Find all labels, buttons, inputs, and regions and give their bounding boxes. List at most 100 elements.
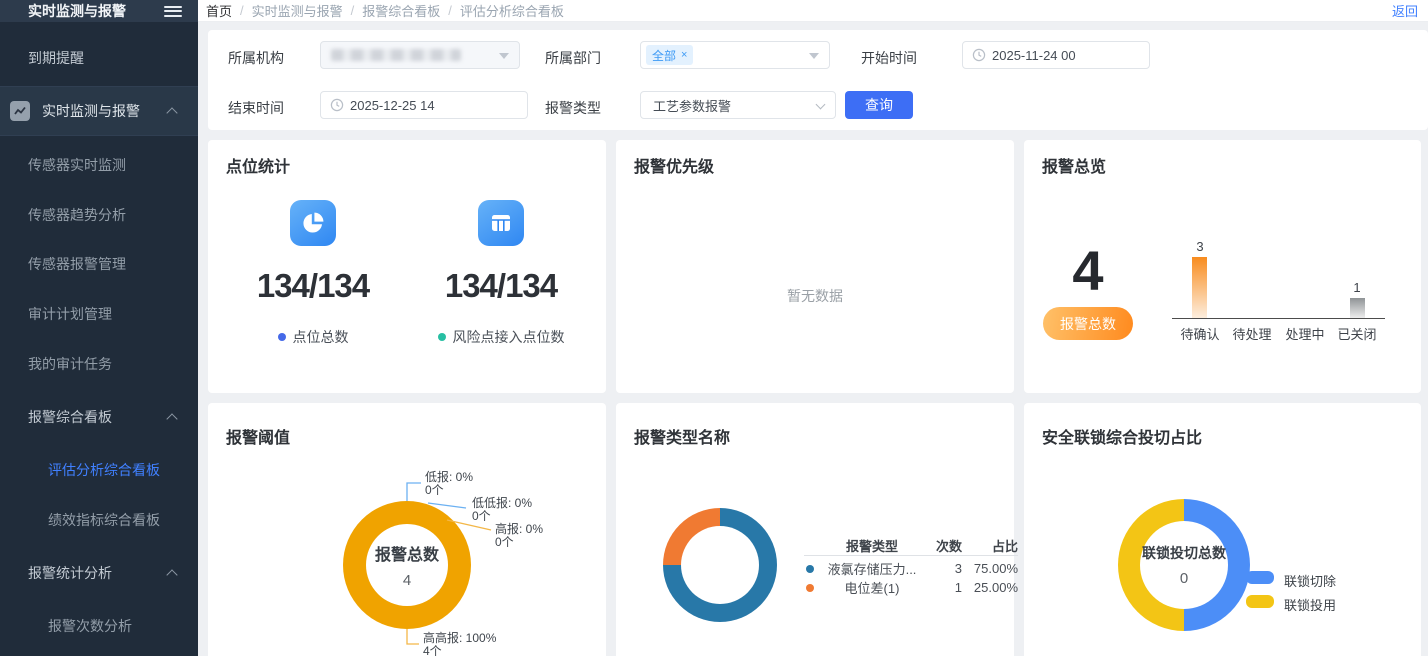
chevron-down-icon <box>816 100 826 110</box>
divider <box>0 135 198 136</box>
card-interlock-ratio: 安全联锁综合投切占比 联锁投切总数 0 联锁切除 联锁投用 <box>1024 403 1421 656</box>
card-alarm-priority: 报警优先级 暂无数据 <box>616 140 1014 393</box>
sidebar-item-alarm-board-parent[interactable]: 报警综合看板 <box>0 392 198 442</box>
chevron-up-icon <box>166 569 177 580</box>
tag-close-icon[interactable]: × <box>681 49 687 61</box>
sidebar-item-alarm-count[interactable]: 报警次数分析 <box>0 601 198 651</box>
start-time-value: 2025-11-24 00 <box>992 48 1076 63</box>
pie-label-lowlow: 低低报: 0%0个 <box>472 497 532 523</box>
start-time-input[interactable]: 2025-11-24 00 <box>962 41 1150 69</box>
sidebar-item-alarm-stat-parent[interactable]: 报警统计分析 <box>0 548 198 598</box>
legend-swatch-yellow <box>1246 595 1274 608</box>
stat-label: 风险点接入点位数 <box>453 327 565 347</box>
bar-category-label: 已关闭 <box>1330 324 1384 343</box>
sidebar-header: 实时监测与报警 <box>0 0 198 22</box>
sidebar-item-sensor-trend[interactable]: 传感器趋势分析 <box>0 190 198 240</box>
caret-down-icon <box>499 53 509 59</box>
bar-pending-confirm <box>1192 257 1207 318</box>
col-header-pct: 占比 <box>962 536 1018 555</box>
caret-down-icon <box>809 53 819 59</box>
pie-label-highhigh: 高高报: 100%4个 <box>423 632 496 656</box>
clock-icon <box>330 98 344 112</box>
card-title: 报警优先级 <box>634 153 714 177</box>
breadcrumb-separator: / <box>448 3 452 18</box>
sidebar-item-sensor-realtime[interactable]: 传感器实时监测 <box>0 140 198 190</box>
stat-total-points: 134/134 点位总数 <box>233 200 393 347</box>
dept-label: 所属部门 <box>545 48 601 68</box>
alarm-type-value: 工艺参数报警 <box>653 96 731 115</box>
card-title: 报警阈值 <box>226 424 290 448</box>
pie-label-low: 低报: 0%0个 <box>425 471 473 497</box>
sidebar-item-expire-reminder[interactable]: 到期提醒 <box>0 33 198 83</box>
back-link[interactable]: 返回 <box>1392 1 1418 20</box>
alarm-total-value: 4 <box>1043 238 1133 304</box>
alarm-type-select[interactable]: 工艺参数报警 <box>640 91 836 119</box>
sidebar-item-audit-plan[interactable]: 审计计划管理 <box>0 289 198 339</box>
card-title: 报警类型名称 <box>634 424 730 448</box>
card-point-stats: 点位统计 134/134 点位总数 <box>208 140 606 393</box>
org-select[interactable] <box>320 41 520 69</box>
col-header-count: 次数 <box>922 536 962 555</box>
start-time-label: 开始时间 <box>861 48 917 68</box>
legend-dot-blue <box>278 333 286 341</box>
card-title: 报警总览 <box>1042 153 1106 177</box>
dept-tag: 全部 × <box>646 45 693 65</box>
pie-chart-icon <box>290 200 336 246</box>
table-row: 液氯存储压力... 3 75.00% <box>804 559 1018 578</box>
sidebar-item-kpi-board[interactable]: 绩效指标综合看板 <box>0 495 198 545</box>
org-label: 所属机构 <box>228 48 284 68</box>
breadcrumb: 首页 / 实时监测与报警 / 报警综合看板 / 评估分析综合看板 返回 <box>198 0 1428 22</box>
filter-panel: 所属机构 所属部门 全部 × 开始时间 2025-11-24 00 结束时间 <box>208 30 1428 130</box>
card-alarm-type-name: 报警类型名称 报警类型 次数 占比 液氯存储压力... 3 75.00% 电位差… <box>616 403 1014 656</box>
legend-dot-blue <box>806 565 814 573</box>
bar-closed <box>1350 298 1365 318</box>
dept-tag-text: 全部 <box>652 47 676 64</box>
sidebar-item-my-audit[interactable]: 我的审计任务 <box>0 339 198 389</box>
legend-dot-orange <box>806 584 814 592</box>
sidebar-title: 实时监测与报警 <box>28 1 126 21</box>
breadcrumb-home[interactable]: 首页 <box>206 1 232 20</box>
legend-dot-teal <box>438 333 446 341</box>
card-alarm-threshold: 报警阈值 报警总数 4 低报: 0%0个 低低报: 0%0个 高报: 0%0个 … <box>208 403 606 656</box>
donut-center-label: 联锁投切总数 <box>1142 543 1226 563</box>
monitor-chart-icon <box>10 101 30 121</box>
table-row: 电位差(1) 1 25.00% <box>804 578 1018 597</box>
sidebar-item-sensor-alarm[interactable]: 传感器报警管理 <box>0 239 198 289</box>
card-title: 安全联锁综合投切占比 <box>1042 424 1202 448</box>
search-button[interactable]: 查询 <box>845 91 913 119</box>
pie-label-high: 高报: 0%0个 <box>495 523 543 549</box>
chevron-up-icon <box>166 413 177 424</box>
donut-center-value: 0 <box>1180 570 1188 587</box>
card-title: 点位统计 <box>226 153 290 177</box>
sidebar: 实时监测与报警 到期提醒 实时监测与报警 传感器实时监测 传感器趋势分析 传感器… <box>0 0 198 656</box>
menu-toggle-icon[interactable] <box>164 3 182 17</box>
stat-label: 点位总数 <box>293 327 349 347</box>
bar-value-label: 1 <box>1330 280 1384 295</box>
dept-multiselect[interactable]: 全部 × <box>640 41 830 69</box>
donut-center-value: 4 <box>403 572 411 589</box>
legend-label-cutoff: 联锁切除 <box>1284 571 1336 590</box>
breadcrumb-level2[interactable]: 报警综合看板 <box>362 1 440 20</box>
alarm-type-label: 报警类型 <box>545 98 601 118</box>
breadcrumb-level1[interactable]: 实时监测与报警 <box>252 1 343 20</box>
end-time-input[interactable]: 2025-12-25 14 <box>320 91 528 119</box>
sidebar-item-realtime-monitor-parent[interactable]: 实时监测与报警 <box>0 87 198 135</box>
donut-center-label: 报警总数 <box>375 541 439 565</box>
end-time-value: 2025-12-25 14 <box>350 98 435 113</box>
legend-swatch-blue <box>1246 571 1274 584</box>
breadcrumb-current: 评估分析综合看板 <box>460 1 564 20</box>
card-alarm-overview: 报警总览 4 报警总数 3 1 待确认 待处理 处理中 已关闭 <box>1024 140 1421 393</box>
stat-risk-points: 134/134 风险点接入点位数 <box>421 200 581 347</box>
bar-value-label: 3 <box>1173 239 1227 254</box>
bar-category-label: 处理中 <box>1278 324 1332 343</box>
sidebar-item-eval-board[interactable]: 评估分析综合看板 <box>0 445 198 495</box>
empty-placeholder: 暂无数据 <box>616 286 1014 306</box>
bar-category-label: 待确认 <box>1173 324 1227 343</box>
breadcrumb-separator: / <box>351 3 355 18</box>
type-legend-table: 报警类型 次数 占比 液氯存储压力... 3 75.00% 电位差(1) 1 2… <box>804 535 1018 597</box>
bar-category-label: 待处理 <box>1225 324 1279 343</box>
end-time-label: 结束时间 <box>228 98 284 118</box>
x-axis <box>1172 318 1385 319</box>
table-columns-icon <box>478 200 524 246</box>
stat-value: 134/134 <box>421 267 581 305</box>
